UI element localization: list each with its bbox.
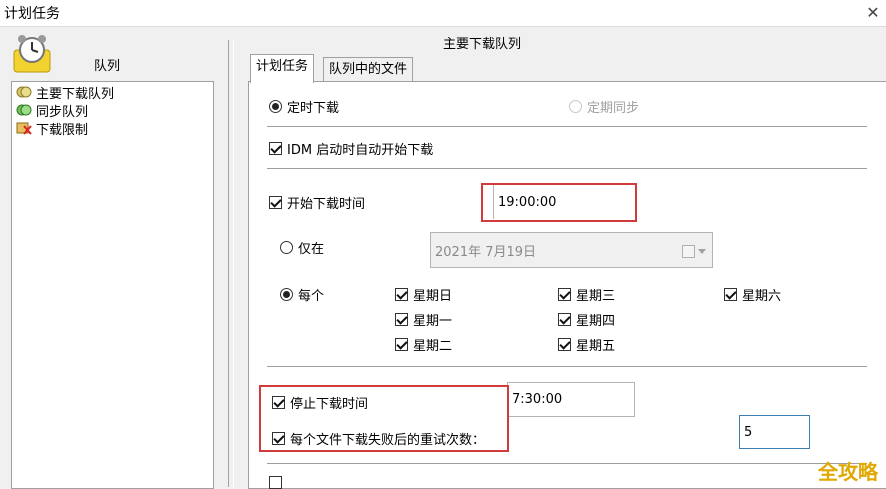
watermark: 全攻略 (818, 460, 878, 484)
every-label: 每个 (298, 289, 325, 304)
day-checkbox-sunday[interactable]: 星期日 (395, 285, 452, 304)
checkbox-indicator (558, 288, 571, 301)
date-dropdown[interactable] (682, 244, 708, 258)
radio-indicator (569, 100, 582, 113)
next-option-checkbox[interactable] (269, 476, 282, 489)
queue-tree[interactable]: 主要下载队列 同步队列 下载限制 (11, 81, 214, 489)
every-radio[interactable]: 每个 (280, 285, 324, 304)
checkbox-indicator (269, 142, 282, 155)
checkbox-indicator (558, 313, 571, 326)
auto-start-label: IDM 启动时自动开始下载 (287, 143, 434, 158)
queue-header: 队列 (94, 59, 121, 74)
only-on-label: 仅在 (298, 242, 325, 257)
timed-download-label: 定时下载 (287, 101, 340, 116)
queue-sync-icon (16, 104, 32, 116)
start-time-checkbox[interactable]: 开始下载时间 (269, 193, 365, 212)
day-label: 星期一 (413, 314, 453, 329)
periodic-sync-radio[interactable]: 定期同步 (569, 97, 639, 116)
retry-label: 每个文件下载失败后的重试次数： (290, 433, 486, 448)
day-label: 星期三 (576, 289, 616, 304)
day-checkbox-thursday[interactable]: 星期四 (558, 310, 615, 329)
tree-item-label: 下载限制 (36, 122, 89, 138)
stop-time-label: 停止下载时间 (290, 397, 369, 412)
checkbox-indicator (558, 338, 571, 351)
day-label: 星期二 (413, 339, 453, 354)
checkbox-indicator (272, 396, 285, 409)
tab-queue-files[interactable]: 队列中的文件 (323, 57, 414, 82)
day-checkbox-monday[interactable]: 星期一 (395, 310, 452, 329)
day-label: 星期日 (413, 289, 453, 304)
separator (267, 366, 867, 368)
tree-item-download-limit[interactable]: 下载限制 (16, 119, 89, 138)
checkbox-indicator (269, 196, 282, 209)
radio-indicator (280, 241, 293, 254)
schedule-tab-content: 定时下载 定期同步 IDM 启动时自动开始下载 开始下载时间 19:00:00 … (248, 81, 886, 489)
checkbox-indicator (272, 432, 285, 445)
panel-splitter[interactable] (228, 40, 234, 487)
panel-title: 主要下载队列 (442, 37, 521, 52)
day-label: 星期六 (742, 289, 782, 304)
tree-item-main-queue[interactable]: 主要下载队列 (16, 83, 115, 102)
stop-time-checkbox[interactable]: 停止下载时间 (272, 393, 368, 412)
checkbox-indicator (395, 313, 408, 326)
day-checkbox-wednesday[interactable]: 星期三 (558, 285, 615, 304)
start-time-label: 开始下载时间 (287, 197, 366, 212)
close-icon: ✕ (866, 3, 880, 22)
auto-start-checkbox[interactable]: IDM 启动时自动开始下载 (269, 139, 433, 158)
date-picker[interactable]: 2021年 7月19日 (430, 232, 713, 268)
calendar-checkbox-icon (682, 244, 695, 258)
checkbox-indicator (269, 476, 282, 489)
separator (267, 463, 867, 465)
window-title: 计划任务 (4, 6, 60, 22)
queue-main-icon (16, 86, 32, 98)
day-checkbox-friday[interactable]: 星期五 (558, 335, 615, 354)
chevron-down-icon (698, 248, 706, 254)
day-checkbox-tuesday[interactable]: 星期二 (395, 335, 452, 354)
retry-checkbox[interactable]: 每个文件下载失败后的重试次数： (272, 429, 485, 448)
checkbox-indicator (395, 338, 408, 351)
title-bar (0, 0, 886, 27)
retry-count-input[interactable]: 5 (739, 415, 810, 449)
download-limit-icon (16, 122, 32, 135)
radio-indicator (280, 288, 293, 301)
timed-download-radio[interactable]: 定时下载 (269, 97, 339, 116)
day-label: 星期五 (576, 339, 616, 354)
alarm-clock-icon (13, 35, 51, 73)
day-label: 星期四 (576, 314, 616, 329)
tree-item-sync-queue[interactable]: 同步队列 (16, 101, 89, 120)
start-time-value: 19:00:00 (498, 194, 557, 210)
stop-time-value: 7:30:00 (512, 392, 563, 407)
tree-item-label: 同步队列 (36, 104, 89, 120)
only-on-radio[interactable]: 仅在 (280, 238, 324, 257)
stop-time-input[interactable]: 7:30:00 (507, 382, 635, 417)
day-checkbox-saturday[interactable]: 星期六 (724, 285, 781, 304)
checkbox-indicator (395, 288, 408, 301)
separator (267, 126, 867, 128)
start-time-input[interactable]: 19:00:00 (493, 185, 633, 219)
radio-indicator (269, 100, 282, 113)
checkbox-indicator (724, 288, 737, 301)
tree-item-label: 主要下载队列 (36, 86, 115, 102)
tab-schedule[interactable]: 计划任务 (250, 54, 315, 83)
periodic-sync-label: 定期同步 (587, 101, 640, 116)
retry-count-value: 5 (744, 424, 753, 440)
separator (267, 168, 867, 170)
date-value: 2021年 7月19日 (435, 244, 537, 260)
close-button[interactable]: ✕ (860, 0, 886, 26)
